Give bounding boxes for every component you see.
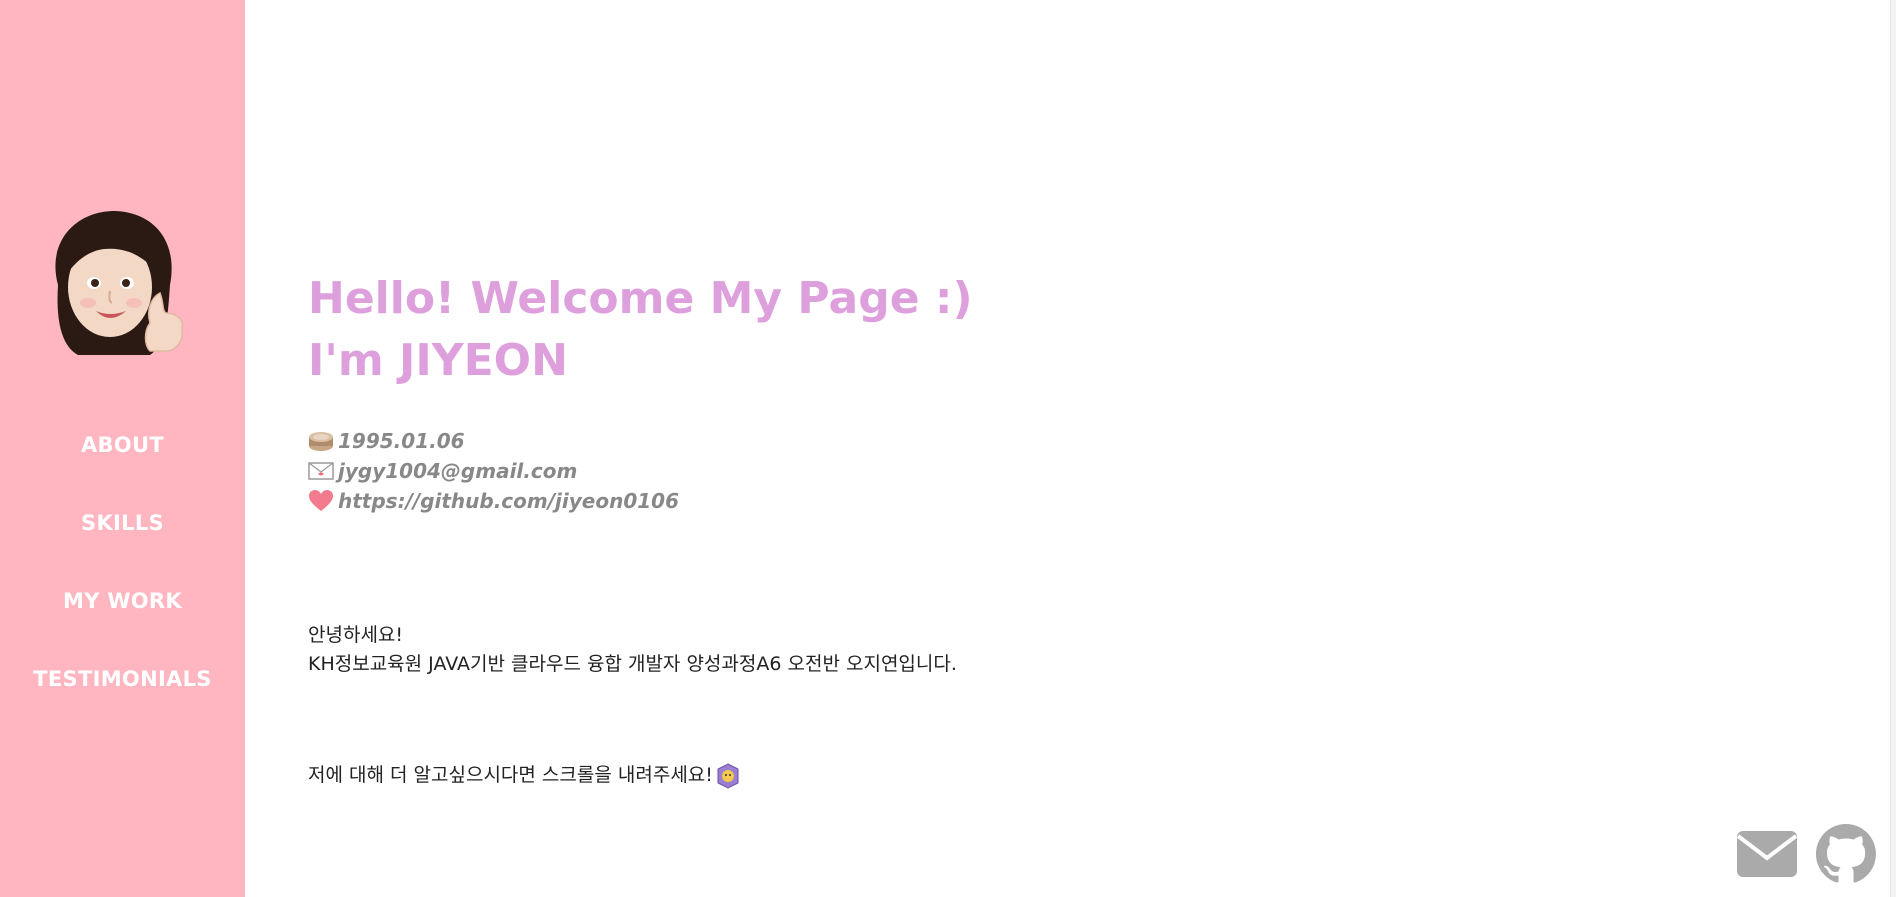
social-links <box>1736 824 1876 884</box>
contact-info: 1995.01.06 jygy1004@gmail.com https://gi… <box>308 426 1808 516</box>
cake-icon <box>309 432 333 451</box>
nav-link-my-work[interactable]: MY WORK <box>63 581 182 621</box>
scroll-prompt: 저에 대해 더 알고싶으시다면 스크롤을 내려주세요! <box>308 761 1808 790</box>
headline-line-2: I'm JIYEON <box>308 335 568 386</box>
headline-line-1: Hello! Welcome My Page :) <box>308 273 973 324</box>
intro-text: 안녕하세요! KH정보교육원 JAVA기반 클라우드 융합 개발자 양성과정A6… <box>308 621 1808 679</box>
avatar <box>55 210 184 355</box>
lion-icon <box>717 762 739 789</box>
heart-icon <box>309 490 333 511</box>
email-row: jygy1004@gmail.com <box>308 456 1808 486</box>
github-icon[interactable] <box>1816 824 1876 884</box>
email-link[interactable]: jygy1004@gmail.com <box>338 459 577 483</box>
nav-item-about: ABOUT <box>0 425 245 503</box>
sidebar-nav: ABOUT SKILLS MY WORK TESTIMONIALS <box>0 425 245 737</box>
mail-icon[interactable] <box>1736 830 1798 878</box>
nav-link-about[interactable]: ABOUT <box>81 425 164 465</box>
envelope-icon <box>308 462 334 480</box>
birthday-text: 1995.01.06 <box>338 429 465 453</box>
nav-item-skills: SKILLS <box>0 503 245 581</box>
birthday-row: 1995.01.06 <box>308 426 1808 456</box>
page: ABOUT SKILLS MY WORK TESTIMONIALS Hello!… <box>0 0 1896 897</box>
github-row: https://github.com/jiyeon0106 <box>308 486 1808 516</box>
nav-link-testimonials[interactable]: TESTIMONIALS <box>33 659 211 699</box>
nav-item-my-work: MY WORK <box>0 581 245 659</box>
vertical-scrollbar[interactable] <box>1890 0 1896 897</box>
nav-link-skills[interactable]: SKILLS <box>81 503 164 543</box>
intro-line-1: 안녕하세요! <box>308 624 404 646</box>
github-link[interactable]: https://github.com/jiyeon0106 <box>338 489 679 513</box>
scroll-prompt-text: 저에 대해 더 알고싶으시다면 스크롤을 내려주세요! <box>308 764 713 786</box>
nav-item-testimonials: TESTIMONIALS <box>0 659 245 737</box>
main-content: Hello! Welcome My Page :) I'm JIYEON 199… <box>308 268 1808 790</box>
sidebar: ABOUT SKILLS MY WORK TESTIMONIALS <box>0 0 245 897</box>
intro-line-2: KH정보교육원 JAVA기반 클라우드 융합 개발자 양성과정A6 오전반 오지… <box>308 653 957 675</box>
page-title: Hello! Welcome My Page :) I'm JIYEON <box>308 268 1808 392</box>
